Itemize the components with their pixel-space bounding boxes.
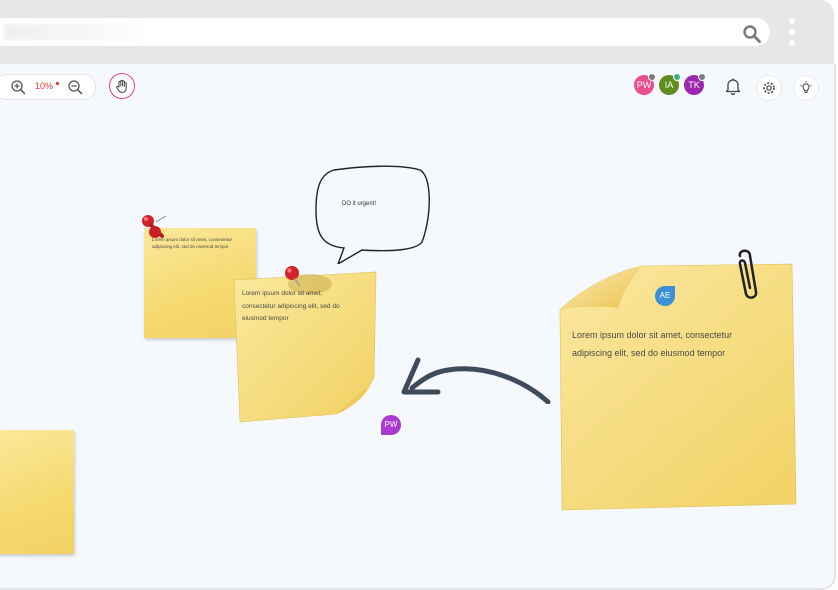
zoom-level[interactable]: 10% [35, 81, 53, 91]
lightbulb-icon [800, 81, 812, 94]
paperclip-icon [738, 249, 758, 299]
user-cursor-pw: PW [381, 415, 401, 435]
note-text-medium[interactable]: Lorem ipsum dolor sit amet, consectetur … [242, 288, 354, 326]
presence-dot [673, 73, 681, 81]
zoom-dropdown-icon[interactable] [55, 81, 60, 86]
bell-icon[interactable] [723, 76, 743, 96]
pushpin-icon [285, 266, 301, 287]
sticky-note-partial[interactable] [0, 430, 74, 554]
speech-bubble-shape[interactable] [312, 164, 434, 264]
address-bar[interactable] [0, 18, 770, 46]
settings-button[interactable] [756, 75, 782, 101]
cursor-initials: PW [384, 420, 398, 429]
connector-arrow[interactable] [398, 354, 554, 404]
blurred-url [4, 24, 148, 40]
whiteboard-canvas[interactable]: 10% PW IA TK DO it urgent! Lorem ipsum d… [0, 64, 836, 590]
hand-tool-button[interactable] [109, 73, 135, 99]
browser-toolbar [0, 0, 834, 64]
avatar-initials: TK [688, 80, 700, 90]
collaborator-avatar-tk[interactable]: TK [684, 73, 706, 95]
more-menu-icon[interactable] [788, 18, 796, 50]
user-cursor-ae: AE [655, 286, 675, 306]
pushpin-icon [142, 215, 167, 238]
zoom-out-icon[interactable] [67, 79, 83, 95]
presence-dot [698, 73, 706, 81]
zoom-controls: 10% [0, 74, 96, 100]
collaborator-avatar-ia[interactable]: IA [659, 73, 681, 95]
zoom-in-icon[interactable] [10, 79, 26, 95]
speech-bubble-text[interactable]: DO it urgent! [342, 201, 376, 207]
avatar-initials: PW [636, 80, 652, 90]
note-text-large[interactable]: Lorem ipsum dolor sit amet, consectetur … [572, 326, 772, 362]
collaborator-avatar-pw[interactable]: PW [634, 73, 656, 95]
hand-icon [116, 79, 127, 93]
tips-button[interactable] [793, 75, 819, 101]
search-icon[interactable] [742, 24, 762, 44]
avatar-initials: IA [664, 80, 674, 90]
presence-dot [648, 73, 656, 81]
cursor-initials: AE [659, 291, 671, 300]
settings-icon [763, 82, 775, 94]
